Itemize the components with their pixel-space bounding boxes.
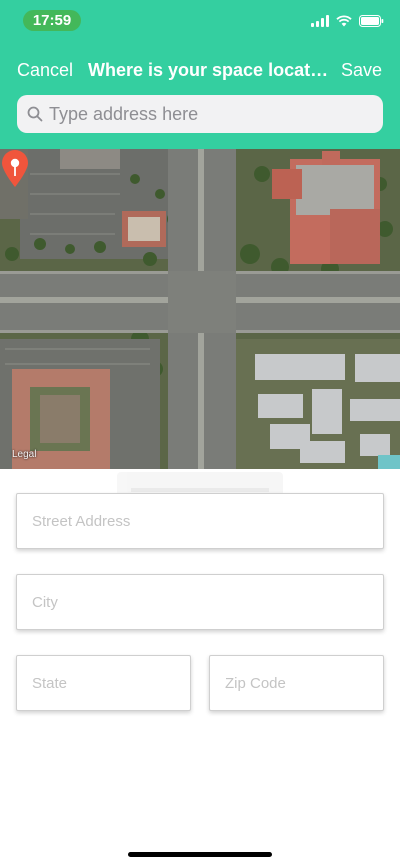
home-indicator[interactable]	[128, 852, 272, 857]
search-icon	[27, 106, 43, 122]
address-search-bar[interactable]	[17, 95, 383, 133]
cancel-button[interactable]: Cancel	[17, 60, 73, 81]
nav-bar: Cancel Where is your space located? Save	[0, 56, 400, 86]
header: 17:59 Cancel Where is your space located…	[0, 0, 400, 149]
signal-icon	[311, 15, 329, 27]
map-legal-link[interactable]: Legal	[12, 449, 36, 460]
status-time: 17:59	[23, 10, 81, 31]
address-search-input[interactable]	[49, 103, 369, 125]
state-field[interactable]	[16, 655, 191, 711]
status-icons	[311, 14, 384, 28]
zip-code-input[interactable]	[210, 674, 383, 692]
save-button[interactable]: Save	[341, 60, 382, 81]
street-address-input[interactable]	[17, 512, 383, 530]
zip-code-field[interactable]	[209, 655, 384, 711]
battery-icon	[359, 15, 384, 27]
map-imagery	[0, 149, 400, 469]
location-pin-icon[interactable]	[0, 149, 30, 189]
status-bar: 17:59	[0, 0, 400, 44]
city-input[interactable]	[17, 593, 383, 611]
wifi-icon	[336, 15, 352, 27]
city-field[interactable]	[16, 574, 384, 630]
street-address-field[interactable]	[16, 493, 384, 549]
satellite-map[interactable]: Legal	[0, 149, 400, 469]
page-title: Where is your space located?	[88, 60, 332, 80]
state-input[interactable]	[17, 674, 190, 692]
